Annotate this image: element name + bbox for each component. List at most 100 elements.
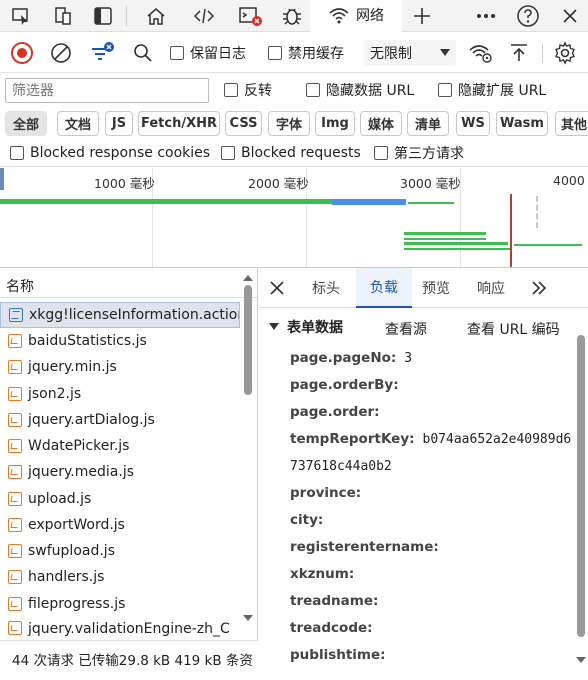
preserve-log-checkbox[interactable]: 保留日志 — [170, 39, 246, 67]
script-icon — [8, 621, 22, 635]
checkbox-box — [221, 146, 235, 160]
debugger-bug-icon[interactable] — [278, 0, 306, 32]
dock-panel-icon[interactable] — [90, 0, 116, 32]
timeline-handle-left[interactable] — [0, 168, 4, 190]
type-chip-media[interactable]: 媒体 — [360, 111, 402, 136]
view-source-link[interactable]: 查看源 — [385, 319, 427, 339]
filter-icon[interactable] — [90, 39, 116, 67]
tab-preview[interactable]: 预览 — [422, 268, 450, 308]
resource-type-filters: 全部 文档 JS Fetch/XHR CSS 字体 Img 媒体 清单 WS W… — [0, 107, 588, 139]
type-chip-font[interactable]: 字体 — [268, 111, 310, 136]
request-row[interactable]: json2.js — [0, 381, 240, 407]
record-icon[interactable] — [10, 39, 34, 67]
timeline-overview[interactable]: 1000 毫秒 2000 毫秒 3000 毫秒 4000 — [0, 168, 588, 268]
request-row[interactable]: handlers.js — [0, 564, 240, 590]
blocked-requests-label: Blocked requests — [241, 145, 361, 161]
request-row[interactable]: xkgg!licenseInformation.action — [0, 302, 240, 328]
view-url-encoded-link[interactable]: 查看 URL 编码 — [467, 319, 560, 339]
timeline-bar — [514, 244, 582, 246]
details-scrollbar[interactable] — [576, 335, 586, 670]
field-value: 737618c44a0b2 — [290, 459, 392, 474]
request-details: 标头 负载 预览 响应 表单数据 查看源 查看 URL 编码 page.page… — [259, 268, 588, 680]
elements-icon[interactable] — [190, 0, 218, 32]
more-tabs-icon[interactable] — [531, 268, 555, 308]
hide-data-url-checkbox[interactable]: 隐藏数据 URL — [306, 76, 414, 104]
invert-label: 反转 — [244, 83, 272, 99]
more-icon[interactable] — [472, 0, 500, 32]
import-har-icon[interactable] — [508, 39, 530, 67]
close-details-icon[interactable] — [269, 268, 293, 308]
close-icon[interactable] — [556, 0, 584, 32]
timeline-bar — [404, 248, 512, 250]
search-icon[interactable] — [132, 39, 154, 67]
tab-response[interactable]: 响应 — [477, 268, 505, 308]
request-row[interactable]: jquery.artDialog.js — [0, 407, 240, 433]
checkbox-box — [224, 83, 238, 97]
add-tab-icon[interactable] — [408, 0, 436, 32]
request-row[interactable]: jquery.min.js — [0, 354, 240, 380]
help-icon[interactable] — [514, 0, 542, 32]
type-chip-css[interactable]: CSS — [225, 111, 262, 136]
home-icon[interactable] — [142, 0, 170, 32]
invert-checkbox[interactable]: 反转 — [224, 76, 272, 104]
request-row[interactable]: baiduStatistics.js — [0, 328, 240, 354]
request-name: handlers.js — [28, 569, 105, 585]
name-column-header[interactable]: 名称 — [0, 268, 257, 298]
disable-cache-checkbox[interactable]: 禁用缓存 — [268, 39, 344, 67]
filter-input[interactable] — [5, 78, 209, 103]
blocked-cookies-checkbox[interactable]: Blocked response cookies — [10, 139, 210, 167]
preserve-log-label: 保留日志 — [190, 46, 246, 62]
third-party-checkbox[interactable]: 第三方请求 — [374, 139, 464, 167]
request-row[interactable]: WdatePicker.js — [0, 433, 240, 459]
hide-ext-url-checkbox[interactable]: 隐藏扩展 URL — [438, 76, 546, 104]
form-field: publishtime: — [290, 647, 394, 663]
timeline-marker — [536, 196, 538, 228]
tab-network[interactable]: 网络 — [310, 0, 402, 32]
request-row[interactable]: jquery.media.js — [0, 459, 240, 485]
hide-ext-url-label: 隐藏扩展 URL — [458, 83, 547, 99]
type-chip-img[interactable]: Img — [315, 111, 355, 136]
type-chip-ws[interactable]: WS — [456, 111, 490, 136]
request-row[interactable]: exportWord.js — [0, 512, 240, 538]
inspect-icon[interactable] — [8, 0, 34, 32]
checkbox-box — [170, 46, 184, 60]
type-chip-fetch-xhr[interactable]: Fetch/XHR — [138, 111, 220, 136]
request-row[interactable]: upload.js — [0, 486, 240, 512]
field-key: province: — [290, 485, 362, 501]
field-key: city: — [290, 512, 324, 528]
timeline-tick-label: 2000 毫秒 — [248, 176, 309, 191]
throttle-value: 无限制 — [370, 46, 412, 62]
form-field: page.pageNo: 3 — [290, 350, 412, 366]
form-field: city: — [290, 512, 331, 528]
request-row[interactable]: fileprogress.js — [0, 591, 240, 617]
console-icon[interactable] — [236, 0, 264, 32]
tab-headers[interactable]: 标头 — [312, 268, 340, 308]
tab-payload[interactable]: 负载 — [356, 268, 412, 308]
request-row[interactable]: swfupload.js — [0, 538, 240, 564]
request-row[interactable]: jquery.validationEngine-zh_C — [0, 617, 240, 639]
type-chip-js[interactable]: JS — [105, 111, 133, 136]
field-key: xkznum: — [290, 566, 355, 582]
blocked-options-row: Blocked response cookies Blocked request… — [0, 139, 588, 167]
chevron-down-icon — [440, 49, 450, 56]
script-icon — [8, 413, 22, 427]
clear-icon[interactable] — [50, 39, 72, 67]
throttle-select[interactable]: 无限制 — [364, 40, 456, 66]
form-field: xkznum: — [290, 566, 362, 582]
field-key: registerentername: — [290, 539, 439, 555]
device-emulation-icon[interactable] — [50, 0, 76, 32]
type-chip-doc[interactable]: 文档 — [57, 111, 99, 136]
gear-icon[interactable] — [553, 39, 577, 67]
timeline-bar — [408, 202, 454, 204]
type-chip-other[interactable]: 其他 — [555, 111, 588, 136]
field-value: 3 — [404, 351, 413, 366]
type-chip-manifest[interactable]: 清单 — [407, 111, 449, 136]
script-icon — [8, 334, 22, 348]
type-chip-wasm[interactable]: Wasm — [496, 111, 548, 136]
devtools-tab-strip: 网络 — [0, 0, 588, 32]
timeline-bar — [404, 232, 486, 235]
network-conditions-icon[interactable] — [468, 39, 494, 67]
type-chip-all[interactable]: 全部 — [5, 111, 47, 136]
blocked-requests-checkbox[interactable]: Blocked requests — [221, 139, 361, 167]
request-list-scrollbar[interactable] — [242, 275, 254, 623]
